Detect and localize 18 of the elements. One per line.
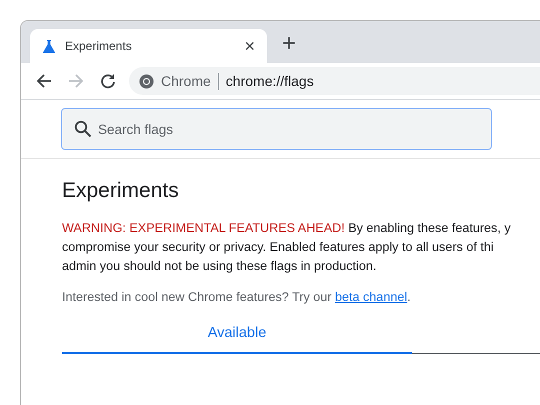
forward-arrow-icon [68,73,84,89]
close-tab-button[interactable]: × [244,37,255,55]
reload-icon [100,73,116,89]
browser-tab[interactable]: Experiments × [30,29,267,63]
search-field[interactable]: Search flags [61,108,492,150]
page-title: Experiments [62,179,180,203]
address-bar[interactable]: Chrome chrome://flags [129,67,540,95]
flask-icon [43,40,55,52]
site-label: Chrome [161,73,211,89]
content-tab[interactable]: Available [62,314,412,354]
tab-title: Experiments [65,39,133,53]
beta-channel-link[interactable]: beta channel [335,290,408,304]
url-text: chrome://flags [226,73,314,89]
back-arrow-icon [36,73,52,89]
search-icon [74,120,92,138]
new-tab-button[interactable]: + [275,29,303,63]
warning-text: WARNING: EXPERIMENTAL FEATURES AHEAD! By enabling these features, y compromise your security or privacy. Enabled features apply to all users of thi admin you should not be using these flags in production. [62,220,512,275]
beta-channel-text: Interested in cool new Chrome features? Try our beta channel. [62,290,412,304]
